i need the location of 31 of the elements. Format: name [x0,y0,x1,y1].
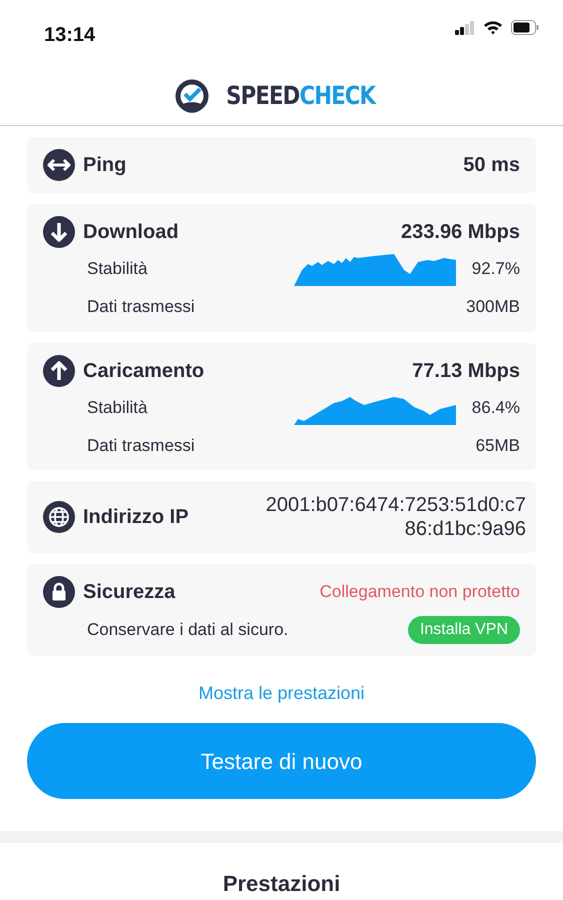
security-note: Conservare i dati al sicuro. [87,619,288,642]
data-value: 300MB [466,296,520,318]
lock-icon [43,576,75,608]
card-value: 50 ms [463,153,520,178]
stability-label: Stabilità [87,258,148,280]
data-label: Dati trasmessi [87,296,195,318]
card-title: Caricamento [83,358,204,384]
retest-button[interactable]: Testare di nuovo [27,723,536,799]
card-value: 77.13 Mbps [412,358,520,384]
stability-value: 86.4% [472,396,520,419]
performance-link[interactable]: Mostra le prestazioni [198,683,365,703]
logo-icon [174,78,209,112]
card-value: 233.96 Mbps [401,220,520,245]
signal-icon [455,20,475,34]
install-vpn-button[interactable]: Installa VPN [408,616,520,644]
stability-value: 92.7% [472,258,520,280]
data-label: Dati trasmessi [87,434,195,456]
data-value: 65MB [476,434,520,456]
status-time: 13:14 [44,23,96,48]
card-title: Download [83,220,179,245]
ip-address: 2001:b07:6474:7253:51d0:c7 86:d1bc:9a96 [266,493,526,541]
section-title: Prestazioni [222,871,340,896]
globe-icon [43,501,75,533]
security-status: Collegamento non protetto [320,581,520,604]
battery-icon [511,20,539,35]
card-title: Sicurezza [83,580,176,605]
card-title: Ping [83,153,126,178]
stability-label: Stabilità [87,396,148,419]
wifi-icon [483,20,503,35]
card-title: Indirizzo IP [83,505,189,530]
logo-text: SPEEDCHECK [226,80,375,112]
